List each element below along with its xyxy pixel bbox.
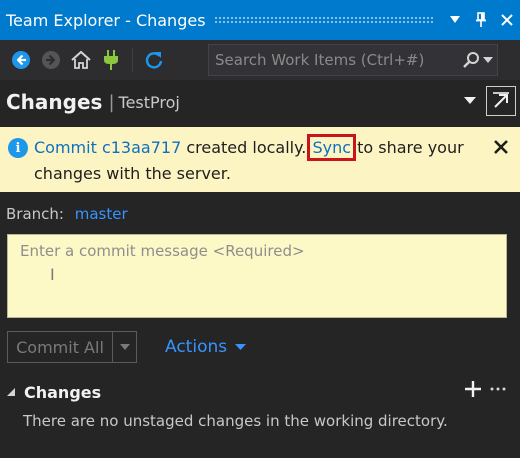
search-icon[interactable] (462, 51, 480, 69)
commit-row: Commit All Actions (7, 330, 247, 364)
page-menu-button[interactable] (458, 97, 482, 105)
forward-icon (42, 51, 60, 69)
page-header: Changes | TestProj (0, 80, 520, 124)
changes-section-header[interactable]: Changes (0, 378, 520, 406)
info-icon: i (8, 138, 28, 158)
connect-button[interactable] (96, 45, 126, 75)
page-title: Changes (6, 90, 103, 114)
title-grip[interactable] (213, 16, 434, 24)
toolbar (0, 40, 520, 80)
close-icon (501, 14, 513, 26)
search-controls (462, 51, 497, 69)
back-icon (12, 51, 30, 69)
empty-changes-message: There are no unstaged changes in the wor… (23, 412, 448, 430)
chevron-down-icon (450, 16, 460, 23)
search-dropdown-icon[interactable] (483, 56, 493, 64)
commit-message-input[interactable] (8, 235, 506, 317)
search-box[interactable] (208, 44, 498, 76)
branch-label: Branch: (6, 205, 64, 223)
chevron-down-icon (119, 343, 130, 350)
notification-message: Commit c13aa717 created locally. Sync to… (34, 134, 474, 187)
home-button[interactable] (66, 45, 96, 75)
close-icon (494, 140, 508, 154)
external-link-icon (493, 92, 509, 108)
text-cursor-icon: I (50, 265, 55, 284)
navigate-button[interactable] (486, 86, 516, 116)
dropdown-button[interactable] (442, 7, 468, 33)
commit-all-button[interactable]: Commit All (7, 331, 113, 363)
commit-dropdown-button[interactable] (113, 331, 137, 363)
actions-label: Actions (165, 337, 228, 357)
search-input[interactable] (209, 51, 462, 69)
project-name[interactable]: TestProj (119, 93, 180, 112)
more-options-icon[interactable] (490, 386, 506, 392)
sync-link[interactable]: Sync (307, 134, 356, 161)
branch-row: Branch: master (6, 205, 128, 223)
pin-button[interactable] (468, 7, 494, 33)
refresh-button[interactable] (139, 45, 169, 75)
collapse-triangle-icon[interactable] (6, 387, 16, 397)
title-bar: Team Explorer - Changes (0, 0, 520, 40)
connect-icon (104, 50, 118, 70)
actions-menu[interactable]: Actions (165, 337, 247, 357)
branch-link[interactable]: master (75, 205, 128, 223)
changes-section-label: Changes (24, 382, 102, 402)
commit-message-box[interactable]: I (7, 234, 507, 318)
chevron-down-icon (464, 97, 476, 104)
home-icon (71, 50, 91, 69)
close-button[interactable] (494, 7, 520, 33)
section-tools (464, 380, 506, 398)
forward-button[interactable] (36, 45, 66, 75)
refresh-icon (145, 52, 163, 69)
title-separator: | (108, 91, 115, 113)
header-actions (458, 86, 516, 116)
back-button[interactable] (6, 45, 36, 75)
notification-bar: i Commit c13aa717 created locally. Sync … (0, 127, 520, 192)
pin-icon (476, 12, 486, 27)
changes-section: Changes There are no unstaged changes in… (0, 378, 520, 430)
close-notification-button[interactable] (494, 135, 508, 159)
window-title: Team Explorer - Changes (6, 10, 206, 30)
toolbar-separator (132, 48, 133, 72)
chevron-down-icon (235, 343, 247, 350)
notification-text-mid: created locally. (181, 138, 312, 157)
stage-all-icon[interactable] (464, 380, 482, 398)
commit-link[interactable]: Commit c13aa717 (34, 138, 181, 157)
